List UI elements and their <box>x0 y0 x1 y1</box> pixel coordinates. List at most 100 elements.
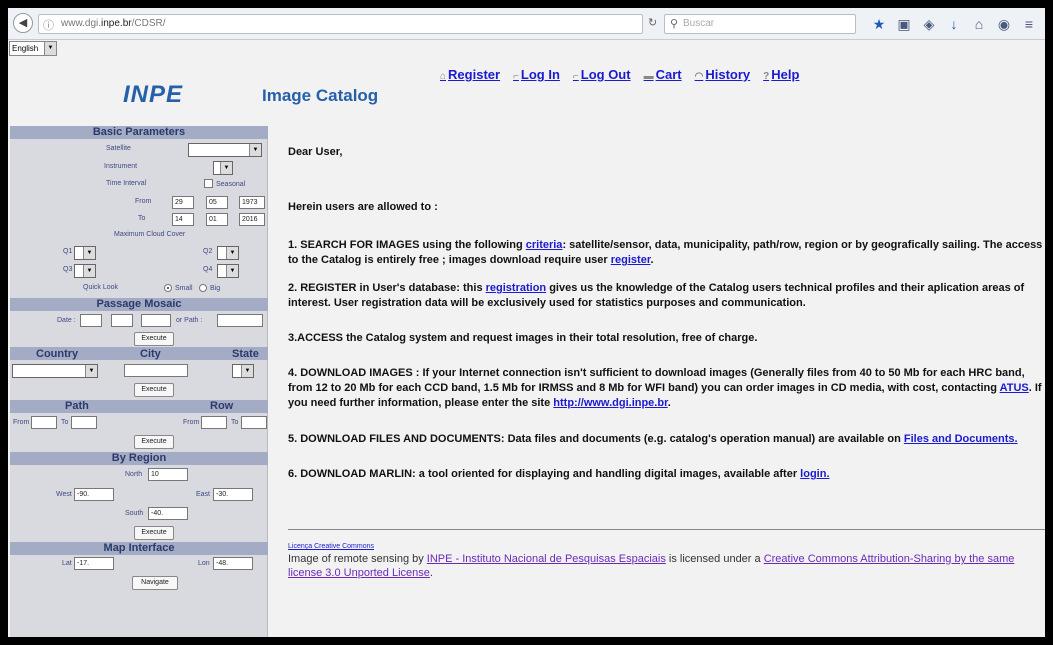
or-path-label: or Path : <box>176 317 203 324</box>
pathrow-execute-button[interactable]: Execute <box>134 435 174 449</box>
q1-label: Q1 <box>63 248 73 255</box>
path-label: Path <box>65 400 89 412</box>
home-icon[interactable]: ⌂ <box>970 16 988 32</box>
lat-input[interactable]: -17. <box>74 557 114 570</box>
files-documents-link[interactable]: Files and Documents. <box>904 433 1018 445</box>
criteria-link[interactable]: criteria <box>526 239 563 251</box>
atus-link[interactable]: ATUS <box>1000 382 1029 394</box>
nav-login-label: Log In <box>520 67 560 82</box>
creative-commons-badge-link[interactable]: Licença Creative Commons <box>288 543 374 550</box>
to-day-input[interactable]: 14 <box>172 213 194 226</box>
nav-cart-label: Cart <box>655 67 682 82</box>
q2-label: Q2 <box>203 248 213 255</box>
browser-search-box[interactable]: ⚲ Buscar <box>664 14 856 34</box>
chat-icon[interactable]: ◉ <box>995 16 1013 33</box>
nav-logout-label: Log Out <box>580 67 631 82</box>
nav-help[interactable]: ? Help <box>763 67 799 82</box>
login-link[interactable]: login. <box>800 468 829 480</box>
chevron-down-icon: ▼ <box>83 265 95 277</box>
dgi-site-link[interactable]: http://www.dgi.inpe.br <box>553 397 667 409</box>
language-select[interactable]: English ▼ <box>9 41 57 56</box>
path-from-input[interactable] <box>31 416 57 429</box>
mosaic-year-input[interactable] <box>141 314 171 327</box>
address-bar[interactable]: ⓘ www.dgi.inpe.br/CDSR/ <box>38 14 643 34</box>
quicklook-big-radio[interactable] <box>199 284 207 292</box>
registration-link[interactable]: registration <box>486 282 547 294</box>
time-interval-label: Time Interval <box>106 180 147 187</box>
q4-label: Q4 <box>203 266 213 273</box>
row-to-input[interactable] <box>241 416 267 429</box>
page-title: Image Catalog <box>262 86 379 105</box>
to-year-input[interactable]: 2016 <box>239 213 265 226</box>
from-day-input[interactable]: 29 <box>172 196 194 209</box>
site-info-icon[interactable]: ⓘ <box>43 17 54 33</box>
basic-parameters-heading: Basic Parameters <box>10 126 268 139</box>
search-icon: ⚲ <box>670 18 679 30</box>
map-interface-heading: Map Interface <box>10 542 268 555</box>
city-input[interactable] <box>124 364 188 377</box>
path-to-input[interactable] <box>71 416 97 429</box>
satellite-select[interactable]: ▼ <box>188 143 262 157</box>
state-select[interactable]: ▼ <box>232 364 254 378</box>
back-arrow-icon[interactable]: ◀ <box>13 13 33 33</box>
clipboard-icon[interactable]: ▣ <box>895 16 913 33</box>
south-input[interactable]: -40. <box>148 507 188 520</box>
reload-icon[interactable]: ↻ <box>648 16 657 29</box>
north-input[interactable]: 10 <box>148 468 188 481</box>
west-input[interactable]: -90. <box>74 488 114 501</box>
license-text: Image of remote sensing by INPE - Instit… <box>288 552 1045 580</box>
by-region-heading: By Region <box>10 452 268 465</box>
q1-select[interactable]: ▼ <box>74 246 96 260</box>
quicklook-small-label: Small <box>175 285 193 292</box>
toolbar-icons: ★ ▣ ◈ ↓ ⌂ ◉ ≡ <box>866 14 1042 34</box>
nav-cart[interactable]: ▬ Cart <box>644 67 682 82</box>
language-value: English <box>12 44 39 53</box>
license-text-2: is licensed under a <box>665 553 764 565</box>
mosaic-path-input[interactable] <box>217 314 263 327</box>
bookmark-star-icon[interactable]: ★ <box>870 16 888 33</box>
pocket-icon[interactable]: ◈ <box>920 16 938 33</box>
nav-logout[interactable]: ⌐ Log Out <box>573 67 631 82</box>
to-month-input[interactable]: 01 <box>206 213 228 226</box>
search-sidebar: Basic Parameters Satellite ▼ Instrument … <box>10 126 268 637</box>
mosaic-execute-button[interactable]: Execute <box>134 332 174 346</box>
q2-select[interactable]: ▼ <box>217 246 239 260</box>
item-access: 3.ACCESS the Catalog system and request … <box>288 332 758 344</box>
from-year-input[interactable]: 1973 <box>239 196 265 209</box>
row-from-label: From <box>183 419 200 426</box>
q4-select[interactable]: ▼ <box>217 264 239 278</box>
mosaic-month-input[interactable] <box>111 314 133 327</box>
location-execute-button[interactable]: Execute <box>134 383 174 397</box>
inpe-logo[interactable]: INPE <box>123 81 183 109</box>
chevron-down-icon: ▼ <box>85 365 97 377</box>
download-icon[interactable]: ↓ <box>945 16 963 32</box>
q3-label: Q3 <box>63 266 73 273</box>
nav-register[interactable]: ⌂ Register <box>440 67 500 82</box>
mosaic-day-input[interactable] <box>80 314 102 327</box>
item-register-text: 2. REGISTER in User's database: this <box>288 282 486 294</box>
navigate-button[interactable]: Navigate <box>132 576 178 590</box>
item-download-images: 4. DOWNLOAD IMAGES : If your Internet co… <box>288 366 1045 411</box>
item-marlin-text: 6. DOWNLOAD MARLIN: a tool oriented for … <box>288 468 801 480</box>
quicklook-small-radio[interactable] <box>164 284 172 292</box>
instrument-select[interactable]: ▼ <box>213 161 233 175</box>
q3-select[interactable]: ▼ <box>74 264 96 278</box>
region-execute-button[interactable]: Execute <box>134 526 174 540</box>
divider <box>288 529 1045 530</box>
from-month-input[interactable]: 05 <box>206 196 228 209</box>
east-input[interactable]: -30. <box>213 488 253 501</box>
nav-register-label: Register <box>448 67 501 82</box>
nav-login[interactable]: ⌐ Log In <box>513 67 560 82</box>
register-link[interactable]: register <box>611 254 651 266</box>
help-icon: ? <box>763 71 770 82</box>
chevron-down-icon: ▼ <box>44 42 56 55</box>
top-nav: ⌂ Register ⌐ Log In ⌐ Log Out ▬ Cart ◠ Histor… <box>440 67 812 82</box>
country-select[interactable]: ▼ <box>12 364 98 378</box>
lon-input[interactable]: -48. <box>213 557 253 570</box>
row-to-label: To <box>231 419 239 426</box>
seasonal-checkbox[interactable] <box>204 179 213 188</box>
nav-history[interactable]: ◠ History <box>695 67 751 82</box>
row-from-input[interactable] <box>201 416 227 429</box>
inpe-link[interactable]: INPE - Instituto Nacional de Pesquisas E… <box>427 553 666 565</box>
menu-icon[interactable]: ≡ <box>1020 16 1038 32</box>
